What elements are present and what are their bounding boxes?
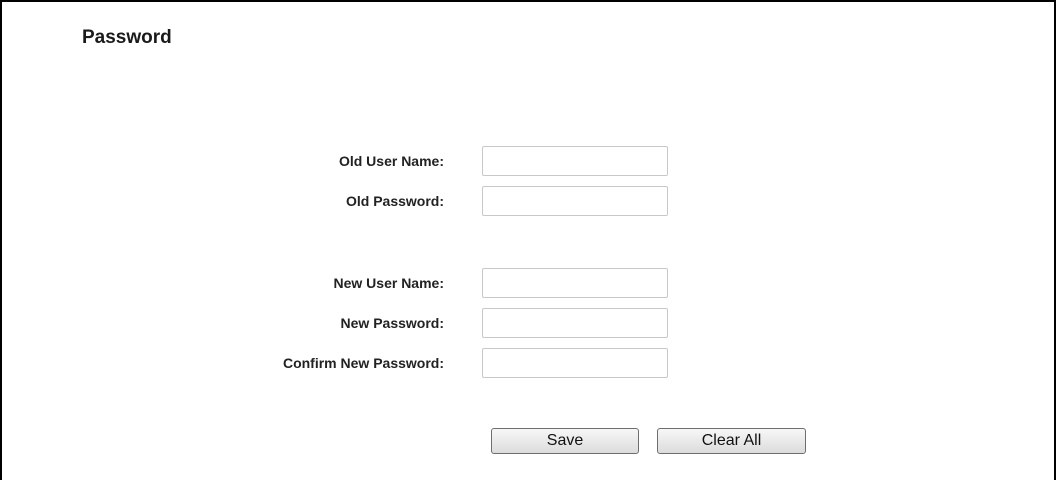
password-panel: Password Old User Name: Old Password: Ne… xyxy=(0,0,1056,480)
old-user-name-input[interactable] xyxy=(482,146,668,176)
new-password-row: New Password: xyxy=(2,308,1058,338)
old-password-row: Old Password: xyxy=(2,186,1058,216)
confirm-new-password-input[interactable] xyxy=(482,348,668,378)
new-user-name-label: New User Name: xyxy=(333,275,445,291)
confirm-new-password-label: Confirm New Password: xyxy=(282,355,444,371)
old-password-input[interactable] xyxy=(482,186,668,216)
old-user-name-row: Old User Name: xyxy=(2,146,1058,176)
new-password-label: New Password: xyxy=(340,315,444,331)
clear-all-button[interactable]: Clear All xyxy=(657,428,806,454)
new-user-name-input[interactable] xyxy=(482,268,668,298)
new-password-input[interactable] xyxy=(482,308,668,338)
page-title: Password xyxy=(82,27,172,48)
save-button[interactable]: Save xyxy=(491,428,639,454)
old-user-name-label: Old User Name: xyxy=(338,153,444,169)
new-user-name-row: New User Name: xyxy=(2,268,1058,298)
old-password-label: Old Password: xyxy=(345,193,444,209)
confirm-new-password-row: Confirm New Password: xyxy=(2,348,1058,378)
